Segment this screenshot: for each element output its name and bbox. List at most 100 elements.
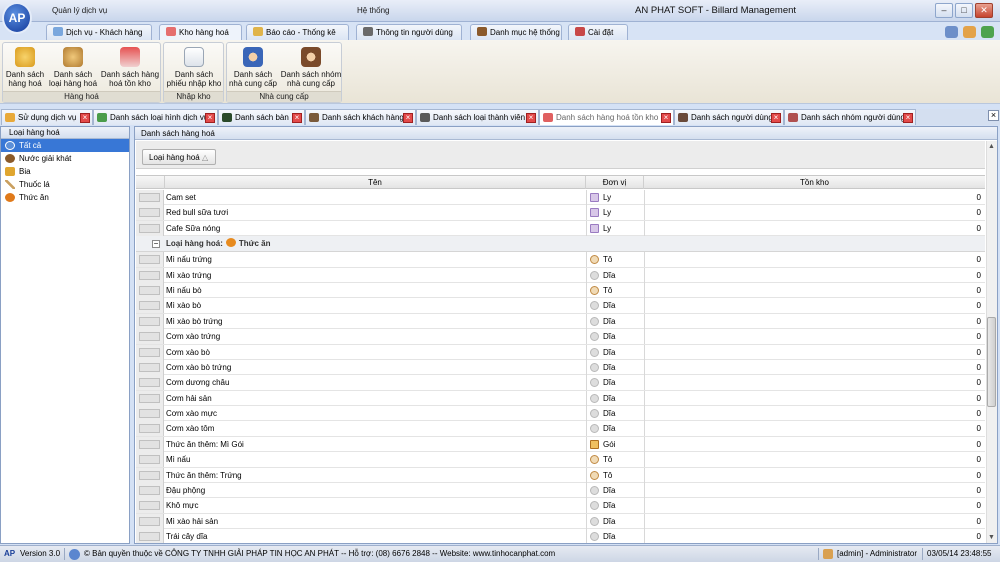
ds-phieu-nhap-kho-button[interactable]: Danh sách phiếu nhập kho [165, 45, 223, 91]
table-row[interactable]: Red bull sữa tươi Ly 0 [136, 205, 985, 221]
maximize-button[interactable]: □ [955, 3, 973, 18]
doc-tab-hang-hoa-ton-kho[interactable]: Danh sách hàng hoá tồn kho × [539, 109, 674, 125]
row-selector[interactable] [136, 375, 164, 391]
ds-loai-hang-hoa-button[interactable]: Danh sách loại hàng hoá [48, 45, 98, 91]
app-logo-icon[interactable]: AP [2, 2, 32, 34]
table-row[interactable]: Cam set Ly 0 [136, 190, 985, 206]
column-header-ton-kho[interactable]: Tồn kho [644, 176, 985, 189]
ds-hang-hoa-button[interactable]: Danh sách hàng hoá [4, 45, 46, 91]
row-selector[interactable] [136, 498, 164, 514]
table-row[interactable]: Khô mực Dĩa 0 [136, 498, 985, 514]
column-header-ten[interactable]: Tên [165, 176, 586, 189]
row-selector[interactable] [136, 190, 164, 205]
close-icon[interactable]: × [80, 113, 90, 123]
close-icon[interactable]: × [526, 113, 536, 123]
logout-icon[interactable] [981, 26, 994, 38]
scroll-up-icon[interactable]: ▲ [987, 142, 996, 151]
row-selector[interactable] [136, 406, 164, 422]
row-selector[interactable] [136, 344, 164, 360]
table-row[interactable]: Cơm xào bò trứng Dĩa 0 [136, 359, 985, 376]
table-row[interactable]: Cơm xào tôm Dĩa 0 [136, 421, 985, 437]
network-icon[interactable] [945, 26, 958, 38]
close-icon[interactable]: × [403, 113, 413, 123]
scroll-down-icon[interactable]: ▼ [987, 533, 996, 542]
table-row[interactable]: Cơm hải sản Dĩa 0 [136, 390, 985, 407]
user-icon[interactable] [963, 26, 976, 38]
row-selector[interactable] [136, 483, 164, 499]
close-all-tabs-button[interactable]: × [988, 110, 999, 121]
tab-thong-tin-nguoi-dung[interactable]: Thông tin người dùng [356, 24, 462, 40]
table-row[interactable]: Trái cây dĩa Dĩa 0 [136, 529, 985, 543]
table-row[interactable]: Thức ăn thêm: Trứng Tô 0 [136, 467, 985, 484]
close-icon[interactable]: × [771, 113, 781, 123]
menu-quan-ly-dich-vu[interactable]: Quản lý dịch vụ [52, 6, 107, 15]
group-row[interactable]: − Loại hàng hoá: Thức ăn [136, 236, 985, 253]
unit-label: Dĩa [603, 301, 616, 311]
table-row[interactable]: Mì xào bò Dĩa 0 [136, 298, 985, 314]
doc-tab-danh-sach-nguoi-dung[interactable]: Danh sách người dùng × [674, 109, 784, 125]
row-selector[interactable] [136, 452, 164, 468]
table-row[interactable]: Mì xào hải sản Dĩa 0 [136, 513, 985, 530]
table-row[interactable]: Thức ăn thêm: Mì Gói Gói 0 [136, 436, 985, 453]
close-window-button[interactable]: ✕ [975, 3, 993, 18]
close-icon[interactable]: × [661, 113, 671, 123]
doc-tab-loai-hinh-dich-vu[interactable]: Danh sách loại hình dịch vụ × [93, 109, 218, 125]
plate-icon [590, 301, 599, 311]
category-item-thuoc-la[interactable]: Thuốc lá [1, 178, 129, 191]
plate-icon [590, 501, 599, 511]
menu-he-thong[interactable]: Hệ thống [357, 6, 389, 15]
group-value: Thức ăn [238, 239, 271, 249]
row-selector[interactable] [136, 529, 164, 543]
row-selector[interactable] [136, 467, 164, 483]
row-selector[interactable] [136, 436, 164, 452]
row-selector[interactable] [136, 205, 164, 221]
tab-danh-muc-he-thong[interactable]: Danh mục hệ thống [470, 24, 562, 40]
row-selector[interactable] [136, 513, 164, 529]
column-header-don-vi[interactable]: Đơn vị [586, 176, 644, 189]
table-row[interactable]: Cơm xào mực Dĩa 0 [136, 406, 985, 422]
table-row[interactable]: Cơm xào trứng Dĩa 0 [136, 329, 985, 345]
tab-bao-cao-thong-ke[interactable]: Báo cáo - Thống kê [246, 24, 349, 40]
row-selector[interactable] [136, 359, 164, 375]
table-row[interactable]: Mì nấu trứng Tô 0 [136, 252, 985, 268]
row-selector[interactable] [136, 329, 164, 345]
row-selector[interactable] [136, 252, 164, 268]
category-item-bia[interactable]: Bia [1, 165, 129, 178]
row-selector[interactable] [136, 282, 164, 298]
close-icon[interactable]: × [903, 113, 913, 123]
tab-kho-hang-hoa[interactable]: Kho hàng hoá [159, 24, 242, 41]
scrollbar-thumb[interactable] [987, 317, 996, 407]
ds-nhom-nha-cung-cap-button[interactable]: Danh sách nhóm nhà cung cấp [280, 45, 342, 91]
collapse-icon[interactable]: − [152, 240, 160, 249]
minimize-button[interactable]: – [935, 3, 953, 18]
close-icon[interactable]: × [205, 113, 215, 123]
group-by-chip[interactable]: Loại hàng hoá △ [142, 149, 216, 165]
table-row[interactable]: Cafe Sữa nóng Ly 0 [136, 220, 985, 237]
category-item-nuoc-giai-khat[interactable]: Nước giải khát [1, 152, 129, 165]
doc-tab-danh-sach-ban[interactable]: Danh sách bàn × [218, 109, 305, 125]
table-row[interactable]: Mì xào bò trứng Dĩa 0 [136, 313, 985, 330]
doc-tab-danh-sach-khach-hang[interactable]: Danh sách khách hàng × [305, 109, 416, 125]
ds-hang-hoa-ton-kho-button[interactable]: Danh sách hàng hoá tồn kho [100, 45, 160, 91]
row-selector[interactable] [136, 298, 164, 314]
doc-tab-su-dung-dich-vu[interactable]: Sử dụng dịch vụ × [1, 109, 93, 125]
doc-tab-nhom-nguoi-dung[interactable]: Danh sách nhóm người dùng × [784, 109, 916, 125]
tab-cai-dat[interactable]: Cài đặt [568, 24, 628, 40]
category-item-thuc-an[interactable]: Thức ăn [1, 191, 129, 204]
table-row[interactable]: Mì nấu bò Tô 0 [136, 282, 985, 299]
category-item-tat-ca[interactable]: Tất cả [1, 139, 129, 152]
ds-nha-cung-cap-button[interactable]: Danh sách nhà cung cấp [228, 45, 278, 91]
table-row[interactable]: Đậu phộng Dĩa 0 [136, 483, 985, 499]
row-selector[interactable] [136, 267, 164, 283]
doc-tab-loai-thanh-vien[interactable]: Danh sách loại thành viên × [416, 109, 539, 125]
row-selector[interactable] [136, 220, 164, 236]
row-selector[interactable] [136, 421, 164, 437]
close-icon[interactable]: × [292, 113, 302, 123]
table-row[interactable]: Mì xào trứng Dĩa 0 [136, 267, 985, 283]
table-row[interactable]: Cơm xào bò Dĩa 0 [136, 344, 985, 360]
table-row[interactable]: Cơm dương châu Dĩa 0 [136, 375, 985, 391]
tab-dich-vu-khach-hang[interactable]: Dịch vụ - Khách hàng [46, 24, 152, 40]
row-selector[interactable] [136, 313, 164, 329]
table-row[interactable]: Mì nấu Tô 0 [136, 452, 985, 468]
row-selector[interactable] [136, 390, 164, 406]
